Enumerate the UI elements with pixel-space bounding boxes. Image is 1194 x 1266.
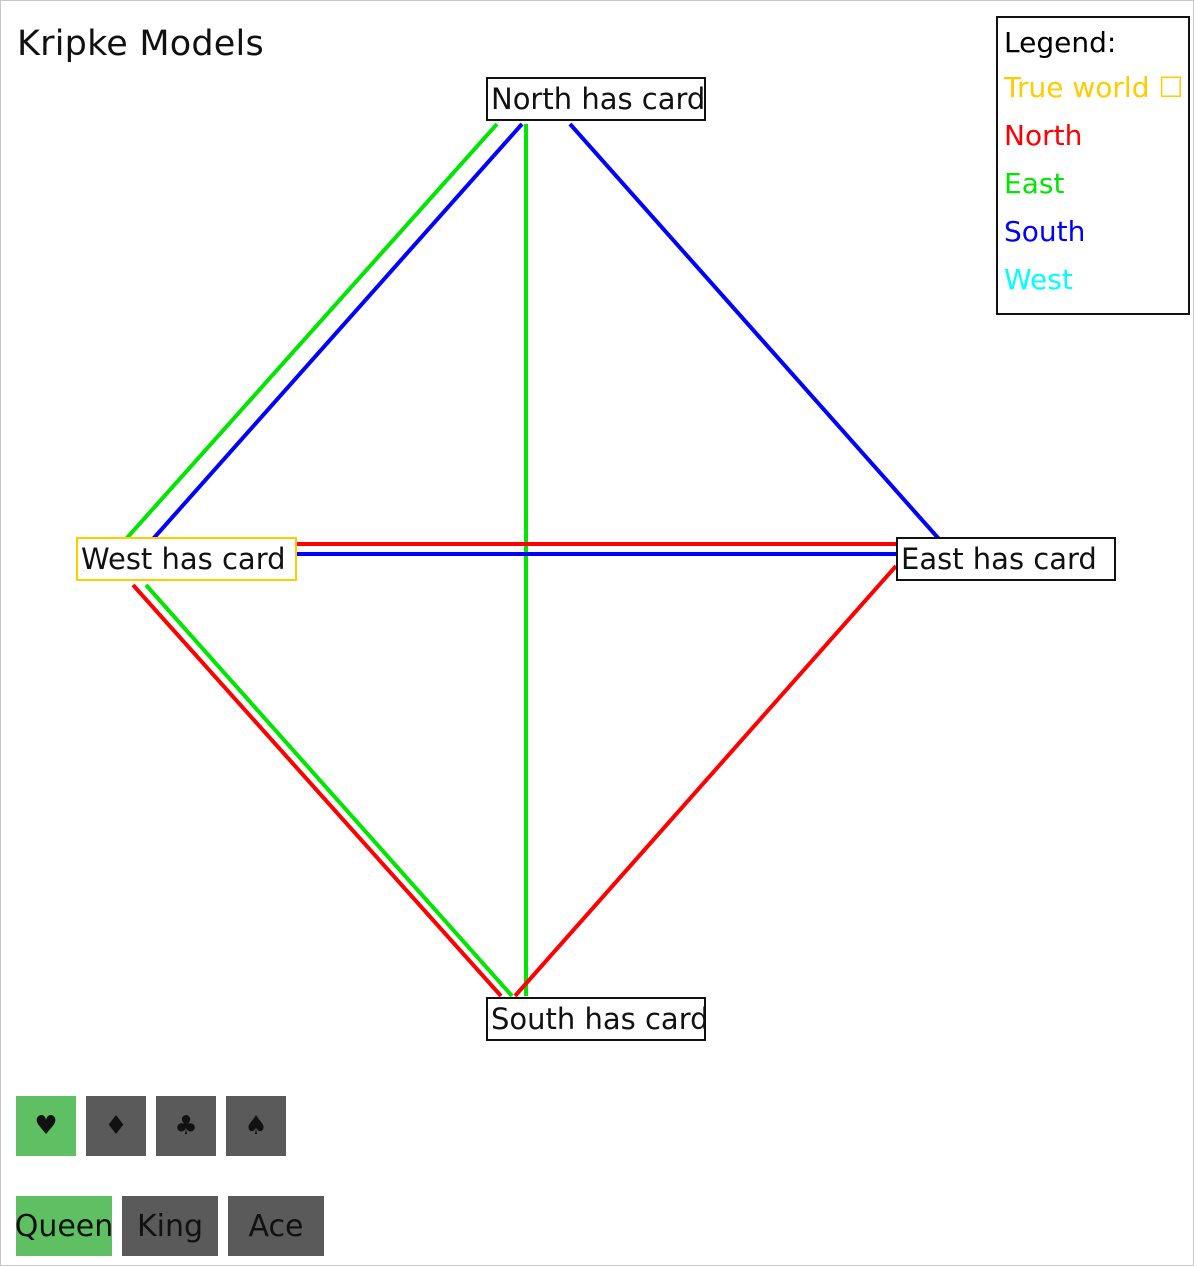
club-suit-button[interactable]: ♣ (156, 1096, 216, 1156)
legend-east: East (1004, 167, 1065, 200)
diamond-suit-button[interactable]: ♦ (86, 1096, 146, 1156)
ace-button[interactable]: Ace (228, 1196, 324, 1256)
queen-button[interactable]: Queen (15, 1196, 113, 1256)
king-button[interactable]: King (122, 1196, 218, 1256)
heart-suit-button[interactable]: ♥ (16, 1096, 76, 1156)
spade-suit-button[interactable]: ♠ (226, 1096, 286, 1156)
legend-south: South (1004, 215, 1086, 248)
world-south[interactable]: South has card (486, 997, 709, 1041)
relation-edge-south-north-east (568, 122, 941, 541)
world-west[interactable]: West has card (76, 537, 297, 581)
club-icon: ♣ (174, 1111, 198, 1141)
legend-north: North (1004, 119, 1083, 152)
legend-heading: Legend: (1004, 26, 1117, 59)
world-north[interactable]: North has card (486, 77, 706, 121)
relation-edge-east-north-west (124, 122, 499, 541)
legend: Legend: True world ☐ North East South We… (996, 16, 1190, 315)
relation-edge-east-west-south (144, 583, 514, 998)
legend-true-world: True world ☐ (1004, 71, 1184, 104)
relation-edge-south-north-west (151, 122, 524, 541)
heart-icon: ♥ (34, 1111, 58, 1141)
relation-edge-north-west-south (131, 583, 503, 998)
legend-west: West (1004, 263, 1073, 296)
relation-edge-north-east-south (513, 564, 898, 998)
spade-icon: ♠ (244, 1111, 268, 1141)
world-east[interactable]: East has card (896, 537, 1116, 581)
diamond-icon: ♦ (104, 1111, 128, 1141)
